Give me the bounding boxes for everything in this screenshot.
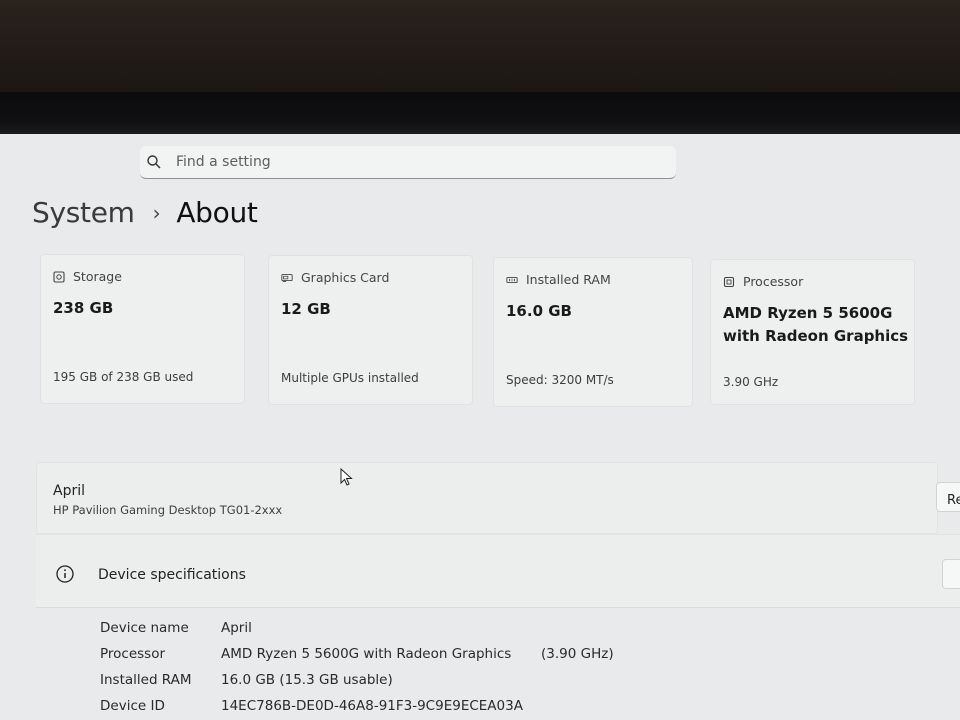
card-value: 238 GB — [53, 299, 114, 317]
card-label: Graphics Card — [301, 270, 390, 285]
processor-icon — [723, 276, 735, 288]
card-value: 16.0 GB — [506, 302, 572, 320]
spec-row: Processor AMD Ryzen 5 5600G with Radeon … — [100, 646, 614, 672]
card-label: Installed RAM — [526, 272, 611, 287]
card-value-line: with Radeon Graphics — [723, 327, 909, 345]
card-label: Storage — [73, 269, 122, 284]
rename-button[interactable]: Re — [936, 482, 960, 512]
info-icon — [56, 565, 74, 583]
card-detail: Speed: 3200 MT/s — [506, 373, 614, 387]
graphics-card-icon — [281, 272, 293, 284]
spec-value: AMD Ryzen 5 5600G with Radeon Graphics — [221, 646, 512, 662]
spec-value: 14EC786B-DE0D-46A8-91F3-9C9E9ECEA03A — [221, 698, 523, 714]
installed-ram-card[interactable]: Installed RAM 16.0 GB Speed: 3200 MT/s — [493, 257, 693, 407]
card-value: AMD Ryzen 5 5600G with Radeon Graphics — [723, 302, 908, 348]
device-name: April — [53, 483, 85, 499]
card-label: Processor — [743, 274, 804, 289]
processor-card[interactable]: Processor AMD Ryzen 5 5600G with Radeon … — [710, 259, 915, 405]
device-specifications-header[interactable]: Device specifications — [36, 534, 960, 608]
graphics-card-card[interactable]: Graphics Card 12 GB Multiple GPUs instal… — [268, 255, 473, 405]
search-input[interactable] — [174, 153, 638, 171]
storage-icon — [53, 270, 65, 283]
card-value-line: AMD Ryzen 5 5600G — [723, 304, 893, 322]
breadcrumb-system-link[interactable]: System — [32, 196, 135, 229]
device-name-card: April HP Pavilion Gaming Desktop TG01-2x… — [36, 462, 938, 534]
mouse-cursor-icon — [340, 468, 353, 486]
card-detail: Multiple GPUs installed — [281, 371, 419, 385]
copy-button[interactable] — [942, 559, 960, 589]
ram-icon — [506, 274, 518, 286]
monitor-bezel-edge — [0, 92, 960, 134]
spec-label: Processor — [100, 646, 166, 662]
spec-value: 16.0 GB (15.3 GB usable) — [221, 672, 393, 688]
specs-list: Device name April Processor AMD Ryzen 5 … — [100, 620, 614, 720]
storage-card[interactable]: Storage 238 GB 195 GB of 238 GB used — [40, 254, 245, 404]
spec-row: Device ID 14EC786B-DE0D-46A8-91F3-9C9E9E… — [100, 698, 614, 720]
card-detail: 195 GB of 238 GB used — [53, 370, 194, 384]
spec-row: Device name April — [100, 620, 614, 646]
spec-row: Installed RAM 16.0 GB (15.3 GB usable) — [100, 672, 614, 698]
search-icon — [146, 154, 162, 170]
monitor-bezel-top — [0, 0, 960, 92]
settings-window: System › About Storage 238 GB 195 GB of … — [0, 134, 960, 720]
spec-extra: (3.90 GHz) — [541, 646, 614, 662]
page-title: About — [176, 196, 258, 229]
device-model: HP Pavilion Gaming Desktop TG01-2xxx — [53, 503, 283, 517]
card-detail: 3.90 GHz — [723, 375, 779, 389]
spec-label: Installed RAM — [100, 672, 192, 688]
spec-value: April — [221, 620, 252, 636]
search-box[interactable] — [140, 146, 676, 179]
card-value: 12 GB — [281, 300, 331, 318]
spec-label: Device ID — [100, 698, 165, 714]
spec-label: Device name — [100, 620, 189, 636]
section-title: Device specifications — [98, 567, 246, 583]
chevron-right-icon: › — [152, 200, 161, 225]
breadcrumb: System › About — [32, 196, 258, 229]
